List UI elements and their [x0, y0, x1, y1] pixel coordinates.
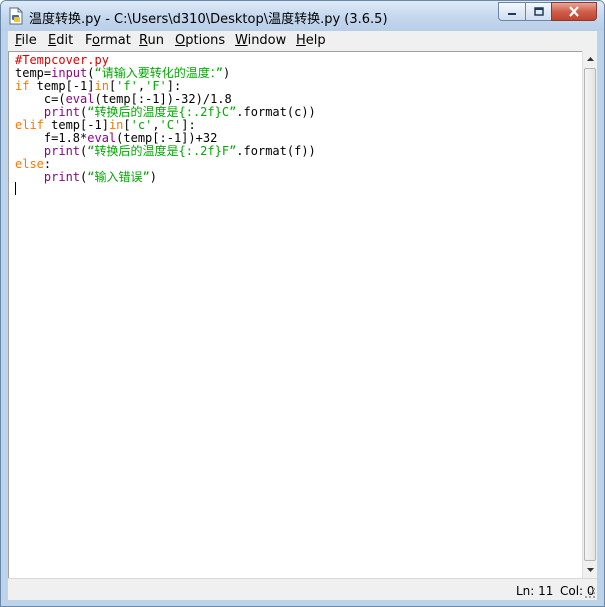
close-button[interactable]: [551, 2, 597, 21]
code-token: (temp[:-1])-32)/1.8: [94, 92, 232, 106]
menu-item-help[interactable]: Help: [296, 33, 326, 48]
menu-mnemonic: O: [175, 33, 186, 48]
maximize-icon: [533, 7, 544, 16]
menu-item-text: indow: [247, 33, 287, 48]
code-token: [: [123, 118, 131, 132]
code-token: ): [149, 170, 157, 184]
code-token: if: [15, 79, 30, 93]
code-token: eval: [87, 131, 117, 145]
scroll-up-button[interactable]: [583, 51, 597, 67]
menu-item-text: ptions: [185, 33, 226, 48]
code-line: print(“输入错误”): [15, 171, 316, 184]
menu-item-text: un: [147, 33, 164, 48]
resize-grip-icon[interactable]: [584, 587, 596, 599]
code-token: ]:: [181, 118, 196, 132]
code-token: .format(c)): [236, 105, 316, 119]
menu-item-text: rmat: [99, 33, 131, 48]
code-editor[interactable]: #Tempcover.py temp=input(“请输入要转化的温度：”) if …: [8, 51, 582, 578]
menu-item-run[interactable]: Run: [139, 33, 164, 48]
code-token: print: [43, 170, 81, 184]
window-title: 温度转换.py - C:\Users\d310\Desktop\温度转换.py …: [29, 12, 388, 27]
minimize-icon: [508, 12, 516, 15]
code-token: ]:: [166, 79, 182, 93]
code-token: in: [108, 118, 124, 132]
arrow-down-icon: [586, 568, 594, 572]
code-token: elif: [15, 118, 44, 132]
menu-item-text: dit: [56, 33, 74, 48]
code-token: ,: [152, 118, 160, 132]
code-token: temp[-1]: [43, 118, 109, 132]
scrollbar-thumb[interactable]: [584, 68, 596, 561]
maximize-button[interactable]: [525, 2, 552, 21]
code-token: else: [15, 157, 44, 171]
code-token: .format(f)): [236, 144, 316, 158]
code-token: input: [51, 66, 88, 80]
code-token: temp[-1]: [29, 79, 95, 93]
minimize-button[interactable]: [498, 2, 526, 21]
status-bar: Ln: 11 Col: 0: [8, 578, 597, 600]
code-token: f=1.8*: [15, 131, 88, 145]
idle-file-icon: [9, 7, 23, 25]
code-token: :: [43, 157, 52, 171]
menu-item-text: elp: [305, 33, 326, 48]
code-token: ,: [137, 79, 146, 93]
line-number-status: Ln: 11: [516, 584, 554, 598]
code-token: temp=: [15, 66, 52, 80]
code-token: in: [94, 79, 109, 93]
menu-bar: File Edit Format Run Options Window Help: [8, 31, 597, 51]
code-token: c=(: [15, 92, 66, 106]
code-token: print: [43, 144, 81, 158]
menu-mnemonic: E: [48, 33, 57, 48]
scroll-down-button[interactable]: [583, 562, 597, 578]
menu-item-window[interactable]: Window: [235, 33, 286, 48]
arrow-up-icon: [586, 57, 594, 61]
code-token: #Tempcover.py: [15, 53, 109, 67]
menu-item-edit[interactable]: Edit: [48, 33, 73, 48]
code-token: 'C': [159, 118, 182, 132]
menu-item-format[interactable]: Format: [85, 33, 131, 48]
menu-mnemonic: W: [235, 33, 248, 48]
vertical-scrollbar[interactable]: [582, 51, 597, 578]
title-bar[interactable]: 温度转换.py - C:\Users\d310\Desktop\温度转换.py …: [1, 1, 604, 31]
idle-editor-window: 温度转换.py - C:\Users\d310\Desktop\温度转换.py …: [0, 0, 605, 607]
menu-item-text: ile: [21, 33, 37, 48]
menu-mnemonic: H: [296, 33, 306, 48]
code-token: “请输入要转化的温度：”: [94, 66, 223, 80]
code-token: 'F': [145, 79, 167, 93]
code-token: “转换后的温度是{:.2f}F”: [87, 144, 237, 158]
close-icon: [569, 6, 579, 17]
code-text: #Tempcover.py temp=input(“请输入要转化的温度：”) if …: [15, 54, 316, 184]
menu-mnemonic: o: [92, 33, 100, 48]
code-line: print(“转换后的温度是{:.2f}F”.format(f)): [15, 145, 316, 158]
code-token: ): [222, 66, 231, 80]
code-token: eval: [65, 92, 95, 106]
menu-item-file[interactable]: File: [15, 33, 37, 48]
code-token: 'c': [130, 118, 153, 132]
menu-item-options[interactable]: Options: [175, 33, 225, 48]
text-caret: [15, 182, 16, 195]
code-token: “输入错误”: [87, 170, 150, 184]
code-token: (temp[:-1])+32: [116, 131, 218, 145]
code-token: print: [43, 105, 81, 119]
code-token: “转换后的温度是{:.2f}C”: [87, 105, 237, 119]
code-token: 'f': [116, 79, 138, 93]
menu-item-text: F: [85, 33, 93, 48]
